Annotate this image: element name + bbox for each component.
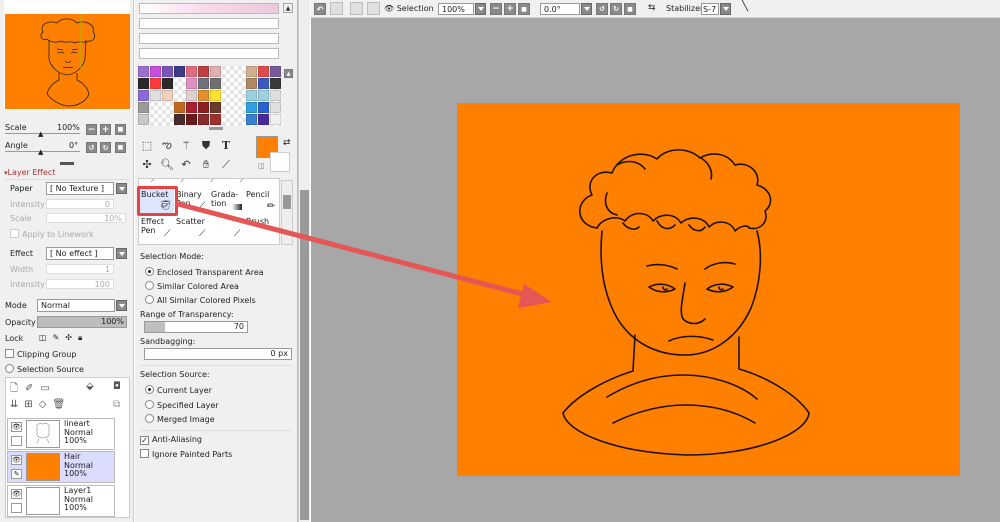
annotation-arrow — [175, 201, 552, 308]
arrow-shaft — [175, 201, 533, 299]
arrow-head — [518, 284, 552, 308]
